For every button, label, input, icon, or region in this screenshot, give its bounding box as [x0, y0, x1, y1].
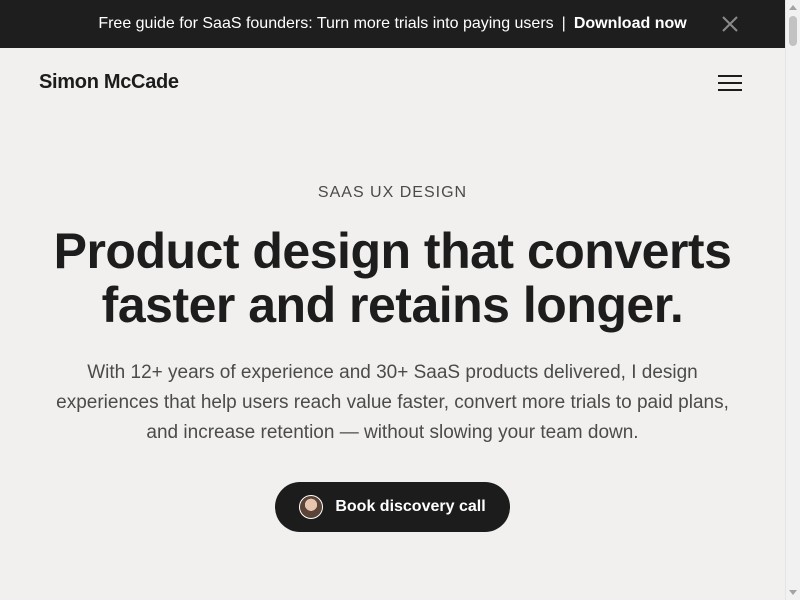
- headline-line-1: Product design that converts: [53, 223, 732, 279]
- scrollbar-thumb[interactable]: [789, 16, 797, 46]
- close-icon[interactable]: [721, 15, 739, 33]
- announcement-content: Free guide for SaaS founders: Turn more …: [98, 15, 686, 33]
- site-header: Simon McCade: [0, 48, 785, 120]
- announcement-text: Free guide for SaaS founders: Turn more …: [98, 15, 554, 32]
- headline-line-2: faster and retains longer.: [101, 277, 684, 333]
- scrollbar[interactable]: [785, 0, 800, 600]
- announcement-separator: |: [561, 15, 566, 32]
- scroll-up-arrow-icon[interactable]: [789, 5, 797, 10]
- hero-subtext: With 12+ years of experience and 30+ Saa…: [56, 362, 729, 443]
- hero-headline: Product design that converts faster and …: [0, 224, 785, 332]
- book-discovery-call-button[interactable]: Book discovery call: [275, 482, 510, 532]
- menu-line: [718, 75, 742, 77]
- cta-label: Book discovery call: [335, 498, 486, 515]
- page: Free guide for SaaS founders: Turn more …: [0, 0, 800, 600]
- menu-line: [718, 89, 742, 91]
- site-logo[interactable]: Simon McCade: [39, 71, 179, 94]
- hero-eyebrow: SAAS UX DESIGN: [317, 184, 468, 201]
- avatar: [299, 495, 324, 519]
- download-now-link[interactable]: Download now: [574, 15, 687, 33]
- hamburger-menu-icon[interactable]: [716, 72, 744, 94]
- menu-line: [718, 82, 742, 84]
- announcement-bar: Free guide for SaaS founders: Turn more …: [0, 0, 785, 48]
- scroll-down-arrow-icon[interactable]: [789, 590, 797, 595]
